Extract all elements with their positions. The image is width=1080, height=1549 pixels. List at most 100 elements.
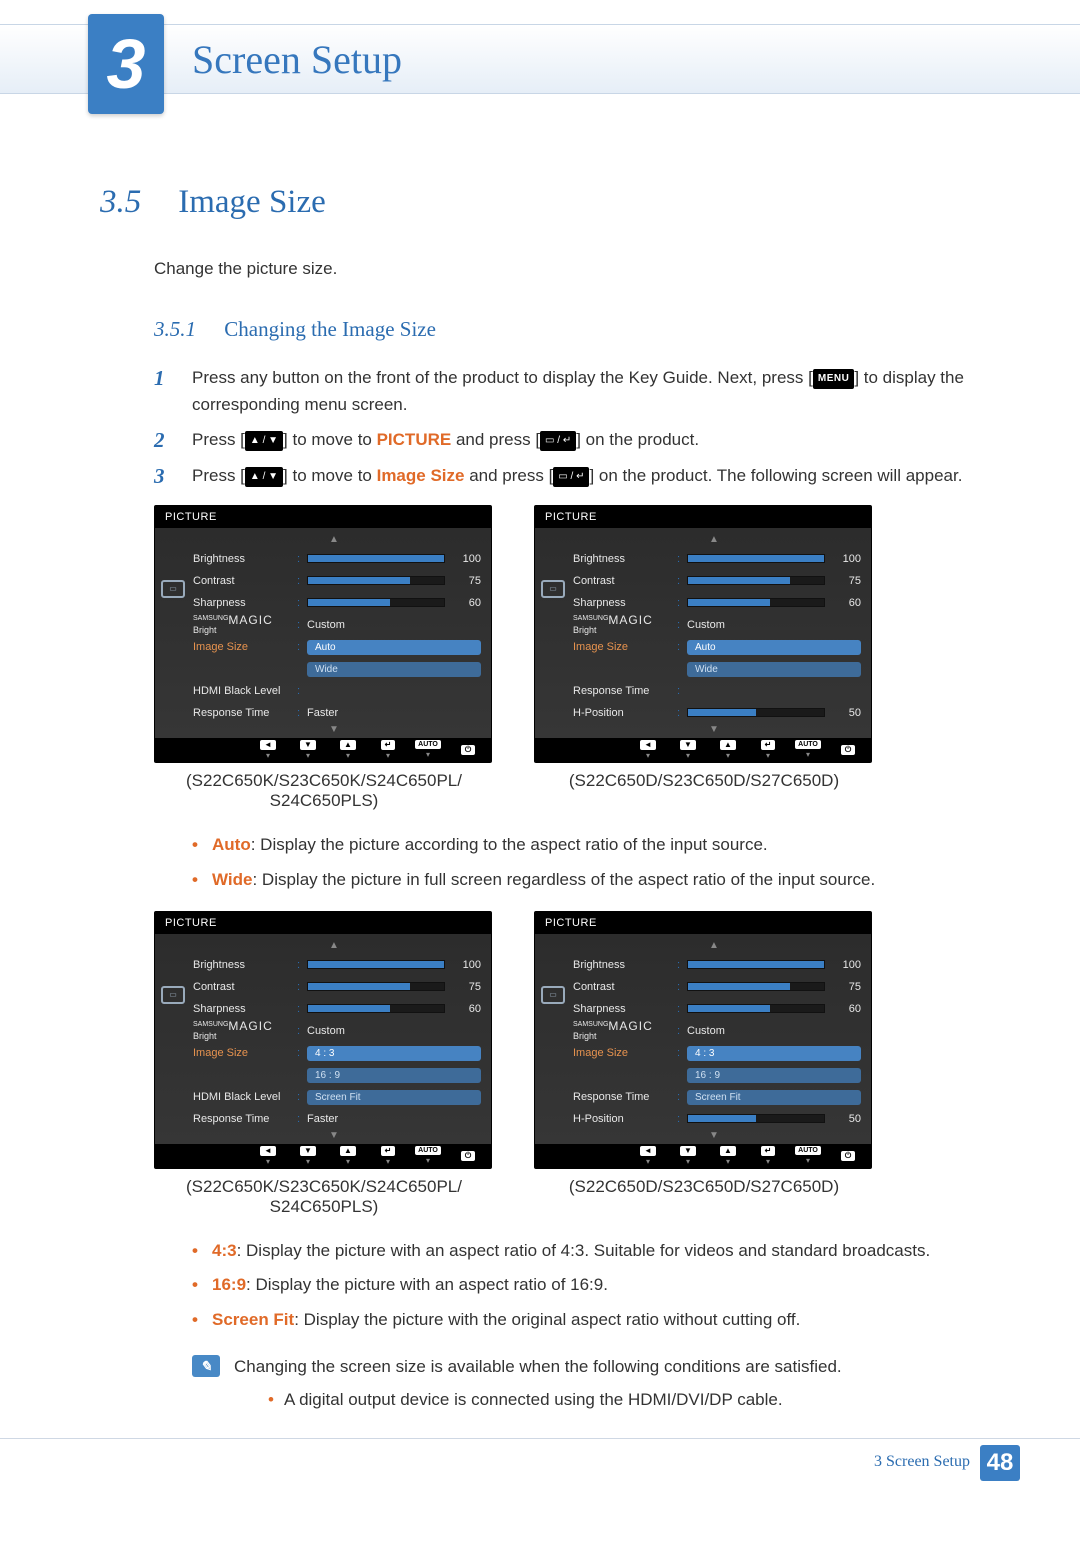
osd-item-response: Response Time [187,1113,297,1125]
osd-option-169[interactable]: 16 : 9 [687,1068,861,1083]
keyword-auto: Auto [212,835,251,854]
osd-option-43[interactable]: 4 : 3 [687,1046,861,1061]
osd-auto[interactable]: AUTO▾ [797,742,819,758]
osd-val: 75 [451,575,481,587]
note-block: ✎ Changing the screen size is available … [192,1353,980,1413]
osd-item-hposition: H-Position [567,1113,677,1125]
osd-auto[interactable]: AUTO▾ [797,1148,819,1164]
osd-nav-left[interactable]: ◄▾ [257,742,279,758]
keyword-picture: PICTURE [377,430,452,449]
chapter-title: Screen Setup [192,36,402,83]
monitor-icon: ▭ [541,986,565,1004]
osd-item-magic-bright: SAMSUNGMAGIC Bright [567,1020,677,1041]
menu-button-icon: MENU [813,369,854,389]
osd-caption: (S22C650K/S23C650K/S24C650PL/S24C650PLS) [154,1177,494,1217]
osd-val: 75 [831,981,861,993]
osd-footer: ◄▾ ▼▾ ▲▾ ↵▾ AUTO▾ ⏻ [155,738,491,762]
osd-item-brightness: Brightness [567,553,677,565]
osd-picture-k-auto: PICTURE ▭ ▲ Brightness:100 Contrast:75 S… [154,505,492,763]
osd-auto[interactable]: AUTO▾ [417,1148,439,1164]
osd-power[interactable]: ⏻ [837,1148,859,1164]
keyword-image-size: Image Size [377,466,465,485]
osd-val: 50 [831,707,861,719]
osd-item-hposition: H-Position [567,707,677,719]
osd-item-image-size[interactable]: Image Size [187,1047,297,1059]
subsection-heading: 3.5.1 Changing the Image Size [154,317,980,342]
osd-val: Custom [307,619,345,631]
osd-item-sharpness: Sharpness [567,597,677,609]
osd-item-response: Response Time [567,1091,677,1103]
osd-enter[interactable]: ↵▾ [377,1148,399,1164]
osd-val: Custom [687,1025,725,1037]
step-number: 1 [154,362,165,396]
up-down-icon: ▲ / ▼ [245,467,283,487]
step-2: 2 Press [▲ / ▼] to move to PICTURE and p… [154,426,980,453]
osd-picture-k-43: PICTURE ▭ ▲ Brightness:100 Contrast:75 S… [154,911,492,1169]
osd-enter[interactable]: ↵▾ [757,1148,779,1164]
osd-val: 60 [451,1003,481,1015]
osd-option-auto[interactable]: Auto [307,640,481,655]
osd-option-wide[interactable]: Wide [687,662,861,677]
footer-label: 3 Screen Setup [874,1453,970,1471]
osd-title: PICTURE [535,912,871,934]
osd-option-wide[interactable]: Wide [307,662,481,677]
osd-nav-up[interactable]: ▲▾ [337,1148,359,1164]
osd-option-43[interactable]: 4 : 3 [307,1046,481,1061]
osd-nav-up[interactable]: ▲▾ [717,1148,739,1164]
note-text: Changing the screen size is available wh… [234,1353,842,1380]
osd-item-brightness: Brightness [187,553,297,565]
osd-power[interactable]: ⏻ [457,742,479,758]
osd-nav-left[interactable]: ◄▾ [637,1148,659,1164]
osd-nav-up[interactable]: ▲▾ [337,742,359,758]
osd-option-screen-fit[interactable]: Screen Fit [307,1090,481,1105]
osd-nav-left[interactable]: ◄▾ [637,742,659,758]
note-sub-item: A digital output device is connected usi… [268,1386,842,1413]
osd-caption: (S22C650D/S23C650D/S27C650D) [534,1177,874,1197]
osd-picture-d-43: PICTURE ▭ ▲ Brightness:100 Contrast:75 S… [534,911,872,1169]
osd-val: 60 [451,597,481,609]
subsection-number: 3.5.1 [154,317,219,342]
page-number: 48 [980,1445,1020,1481]
enter-button-icon: ▭ / ↵ [540,431,576,451]
osd-enter[interactable]: ↵▾ [757,742,779,758]
osd-item-response: Response Time [567,685,677,697]
osd-caption: (S22C650K/S23C650K/S24C650PL/S24C650PLS) [154,771,494,811]
osd-item-image-size[interactable]: Image Size [187,641,297,653]
osd-power[interactable]: ⏻ [457,1148,479,1164]
osd-item-contrast: Contrast [187,981,297,993]
osd-nav-down[interactable]: ▼▾ [297,742,319,758]
osd-option-screen-fit[interactable]: Screen Fit [687,1090,861,1105]
osd-val: Custom [307,1025,345,1037]
osd-nav-down[interactable]: ▼▾ [297,1148,319,1164]
osd-option-auto[interactable]: Auto [687,640,861,655]
osd-power[interactable]: ⏻ [837,742,859,758]
osd-val: 100 [831,959,861,971]
osd-item-brightness: Brightness [187,959,297,971]
osd-item-contrast: Contrast [187,575,297,587]
monitor-icon: ▭ [541,580,565,598]
page-footer: 3 Screen Setup 48 [0,1438,1080,1489]
note-icon: ✎ [192,1355,220,1377]
osd-nav-down[interactable]: ▼▾ [677,1148,699,1164]
osd-val: 100 [831,553,861,565]
osd-enter[interactable]: ↵▾ [377,742,399,758]
subsection-title: Changing the Image Size [224,317,436,341]
section-number: 3.5 [100,184,170,221]
osd-nav-up[interactable]: ▲▾ [717,742,739,758]
osd-nav-left[interactable]: ◄▾ [257,1148,279,1164]
osd-auto[interactable]: AUTO▾ [417,742,439,758]
osd-option-169[interactable]: 16 : 9 [307,1068,481,1083]
desc-text: : Display the picture with the original … [294,1310,800,1329]
osd-val: Custom [687,619,725,631]
keyword-screen-fit: Screen Fit [212,1310,294,1329]
desc-list-1: Auto: Display the picture according to t… [192,831,980,895]
section-heading: 3.5 Image Size [100,184,980,221]
osd-item-image-size[interactable]: Image Size [567,1047,677,1059]
step-text: Press any button on the front of the pro… [192,368,813,387]
osd-item-image-size[interactable]: Image Size [567,641,677,653]
step-text: Press [ [192,430,245,449]
step-number: 2 [154,424,165,458]
osd-nav-down[interactable]: ▼▾ [677,742,699,758]
step-text: and press [ [451,430,540,449]
osd-picture-d-auto: PICTURE ▭ ▲ Brightness:100 Contrast:75 S… [534,505,872,763]
